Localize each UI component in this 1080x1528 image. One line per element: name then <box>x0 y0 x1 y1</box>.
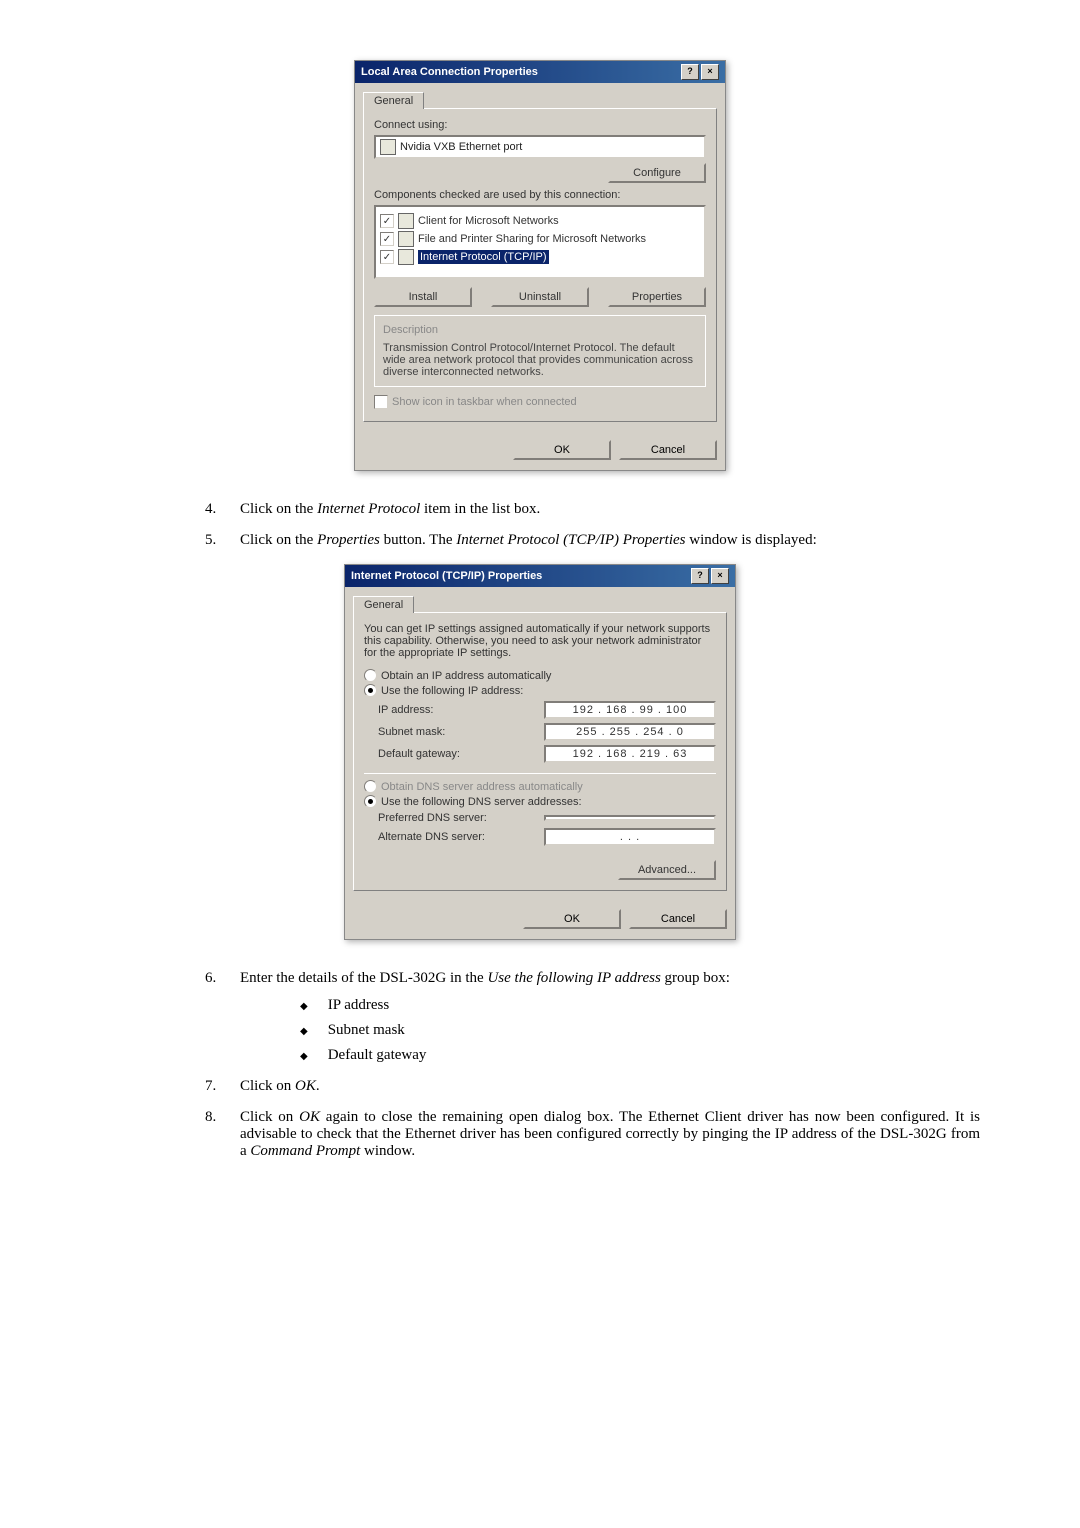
close-icon[interactable]: × <box>701 64 719 80</box>
components-label: Components checked are used by this conn… <box>374 189 706 201</box>
close-icon[interactable]: × <box>711 568 729 584</box>
tab-general[interactable]: General <box>353 596 414 613</box>
bullet-ip: IP address <box>300 997 980 1014</box>
radio-manual-dns-label: Use the following DNS server addresses: <box>381 796 582 808</box>
titlebar: Internet Protocol (TCP/IP) Properties ? … <box>345 565 735 587</box>
radio-auto-dns-label: Obtain DNS server address automatically <box>381 781 583 793</box>
intro-text: You can get IP settings assigned automat… <box>364 623 716 659</box>
radio-auto-ip-label: Obtain an IP address automatically <box>381 670 551 682</box>
step-8: Click on OK again to close the remaining… <box>220 1109 980 1160</box>
window-title: Internet Protocol (TCP/IP) Properties <box>351 570 542 582</box>
component-label-selected: Internet Protocol (TCP/IP) <box>418 250 549 264</box>
help-icon[interactable]: ? <box>681 64 699 80</box>
adapter-name: Nvidia VXB Ethernet port <box>400 141 522 153</box>
uninstall-button[interactable]: Uninstall <box>491 287 589 307</box>
bullet-gateway: Default gateway <box>300 1047 980 1064</box>
checkbox-icon[interactable]: ✓ <box>380 250 394 264</box>
step-6: Enter the details of the DSL-302G in the… <box>220 970 980 1064</box>
component-icon <box>398 213 414 229</box>
ip-address-label: IP address: <box>378 704 433 716</box>
radio-manual-dns[interactable] <box>364 795 377 808</box>
radio-manual-ip-label: Use the following IP address: <box>381 685 523 697</box>
tab-general[interactable]: General <box>363 92 424 109</box>
subnet-mask-label: Subnet mask: <box>378 726 445 738</box>
component-icon <box>398 231 414 247</box>
list-item[interactable]: ✓ File and Printer Sharing for Microsoft… <box>380 231 700 247</box>
cancel-button[interactable]: Cancel <box>619 440 717 460</box>
component-icon <box>398 249 414 265</box>
adapter-icon <box>380 139 396 155</box>
component-label: File and Printer Sharing for Microsoft N… <box>418 233 646 245</box>
configure-button[interactable]: Configure <box>608 163 706 183</box>
advanced-button[interactable]: Advanced... <box>618 860 716 880</box>
checkbox-icon[interactable]: ✓ <box>380 232 394 246</box>
preferred-dns-field[interactable] <box>544 815 716 821</box>
default-gateway-field[interactable]: 192 . 168 . 219 . 63 <box>544 745 716 763</box>
alternate-dns-field[interactable]: . . . <box>544 828 716 846</box>
list-item[interactable]: ✓ Client for Microsoft Networks <box>380 213 700 229</box>
description-heading: Description <box>383 324 697 336</box>
checkbox-icon[interactable] <box>374 395 388 409</box>
component-label: Client for Microsoft Networks <box>418 215 559 227</box>
help-icon[interactable]: ? <box>691 568 709 584</box>
show-icon-label: Show icon in taskbar when connected <box>392 396 577 408</box>
checkbox-icon[interactable]: ✓ <box>380 214 394 228</box>
window-title: Local Area Connection Properties <box>361 66 538 78</box>
tcpip-properties-dialog: Internet Protocol (TCP/IP) Properties ? … <box>344 564 736 940</box>
description-text: Transmission Control Protocol/Internet P… <box>383 342 697 378</box>
ok-button[interactable]: OK <box>513 440 611 460</box>
alternate-dns-label: Alternate DNS server: <box>378 831 485 843</box>
radio-auto-ip[interactable] <box>364 669 377 682</box>
ip-address-field[interactable]: 192 . 168 . 99 . 100 <box>544 701 716 719</box>
radio-manual-ip[interactable] <box>364 684 377 697</box>
default-gateway-label: Default gateway: <box>378 748 460 760</box>
subnet-mask-field[interactable]: 255 . 255 . 254 . 0 <box>544 723 716 741</box>
step-5: Click on the Properties button. The Inte… <box>220 532 980 549</box>
local-area-connection-dialog: Local Area Connection Properties ? × Gen… <box>354 60 726 471</box>
cancel-button[interactable]: Cancel <box>629 909 727 929</box>
ok-button[interactable]: OK <box>523 909 621 929</box>
step-7: Click on OK. <box>220 1078 980 1095</box>
titlebar: Local Area Connection Properties ? × <box>355 61 725 83</box>
install-button[interactable]: Install <box>374 287 472 307</box>
bullet-subnet: Subnet mask <box>300 1022 980 1039</box>
list-item[interactable]: ✓ Internet Protocol (TCP/IP) <box>380 249 700 265</box>
preferred-dns-label: Preferred DNS server: <box>378 812 487 824</box>
step-4: Click on the Internet Protocol item in t… <box>220 501 980 518</box>
properties-button[interactable]: Properties <box>608 287 706 307</box>
connect-using-label: Connect using: <box>374 119 706 131</box>
radio-auto-dns <box>364 780 377 793</box>
